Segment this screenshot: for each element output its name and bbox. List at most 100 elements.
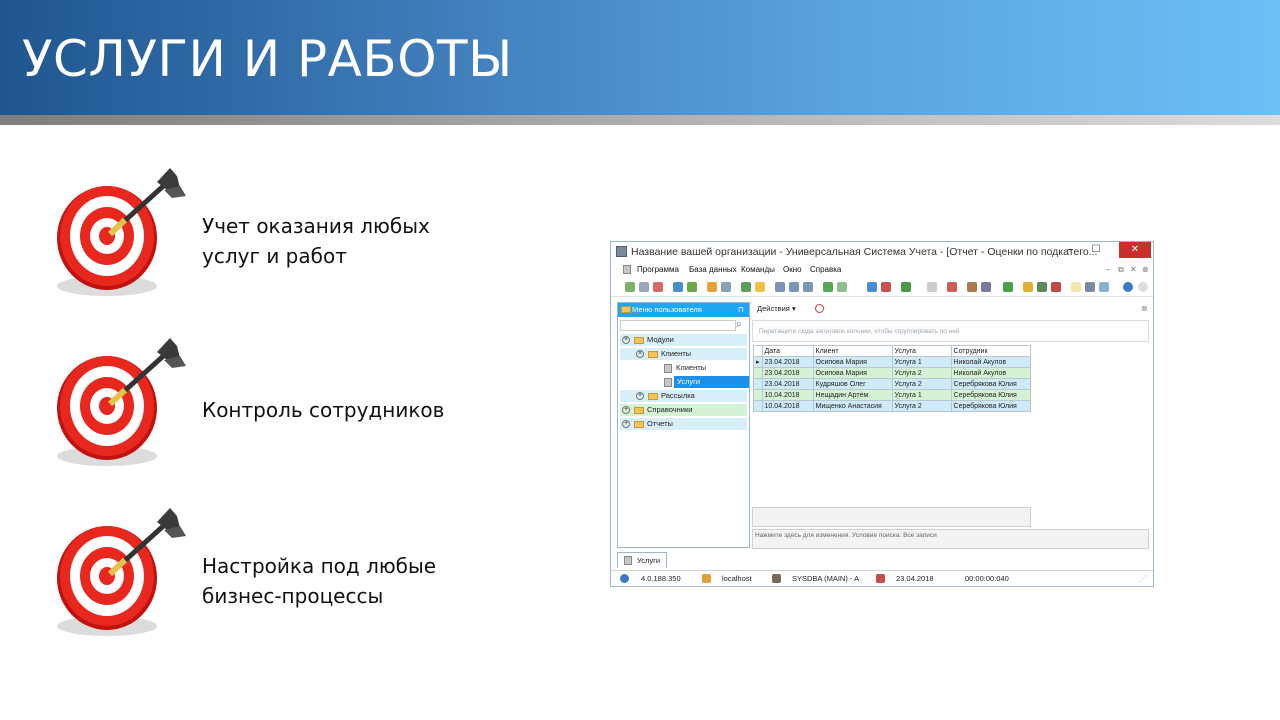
expand-icon[interactable]: + [636,392,644,400]
toolbar-import-icon[interactable] [741,282,751,292]
target-dart-icon [57,508,186,636]
menu-window[interactable]: Окно [783,265,802,274]
folder-icon [648,393,658,400]
mdi-close-icon[interactable]: ✕ [1130,265,1137,274]
table-row[interactable]: 23.04.2018 Осипова Мария Услуга 2 Никола… [753,367,1031,379]
toolbar-next-icon[interactable] [803,282,813,292]
grid-header-row: Дата Клиент Услуга Сотрудник [753,345,1031,357]
tree-item-clients-folder[interactable]: × Клиенты [620,348,747,360]
table-row[interactable]: 10.04.2018 Мищенко Анастасия Услуга 2 Се… [753,400,1031,412]
folder-icon [634,421,644,428]
mdi-minimize-icon[interactable]: – [1106,265,1110,274]
slide-title: УСЛУГИ И РАБОТЫ [22,30,513,88]
toolbar [611,280,1153,297]
filter-bar[interactable]: Нажмите здесь для изменения. Условие пои… [752,529,1149,549]
mdi-help-icon[interactable]: ⊗ [1142,265,1149,274]
toolbar-tools-icon[interactable] [967,282,977,292]
actions-dropdown[interactable]: Действия ▾ [757,304,796,313]
toolbar-search-icon[interactable] [673,282,683,292]
pin-icon[interactable]: ⊓ [738,305,744,314]
bullet-text-3: Настройка под любые бизнес-процессы [202,554,437,608]
calendar-icon [876,574,885,583]
toolbar-export-icon[interactable] [823,282,833,292]
document-icon [664,364,672,373]
server-icon [702,574,711,583]
database-icon [616,246,627,257]
table-row[interactable]: 23.04.2018 Кудряшов Олег Услуга 2 Серебр… [753,378,1031,390]
user-menu-title: Меню пользователя [632,305,702,314]
status-version: 4.0.188.350 [641,574,681,583]
tab-services[interactable]: Услуги [617,552,667,568]
menu-program[interactable]: Программа [637,265,679,274]
table-row[interactable]: ▸ 23.04.2018 Осипова Мария Услуга 1 Нико… [753,356,1031,368]
toolbar-first-icon[interactable] [775,282,785,292]
toolbar-note-icon[interactable] [755,282,765,292]
menu-database[interactable]: База данных [689,265,737,274]
toolbar-cancel-icon[interactable] [927,282,937,292]
close-button[interactable]: ✕ [1119,242,1151,258]
toolbar-lock-icon[interactable] [1023,282,1033,292]
user-menu-header: Меню пользователя ⊓ [618,303,749,317]
toolbar-chart-icon[interactable] [1003,282,1013,292]
group-panel[interactable]: Перетащите сюда заголовок колонки, чтобы… [752,320,1149,342]
tree-item-services[interactable]: Услуги [620,376,749,388]
tree-item-clients[interactable]: Клиенты [620,362,747,374]
toolbar-delete-icon[interactable] [653,282,663,292]
toolbar-print-icon[interactable] [837,282,847,292]
toolbar-share-icon[interactable] [1099,282,1109,292]
collapse-icon[interactable]: × [622,336,630,344]
document-icon [623,265,631,274]
column-header-service[interactable]: Услуга [891,345,952,357]
toolbar-printer-icon[interactable] [1085,282,1095,292]
toolbar-window-icon[interactable] [867,282,877,292]
toolbar-filter-icon[interactable] [707,282,717,292]
tree-item-mailing[interactable]: + Рассылка [620,390,747,402]
menu-bar: Программа База данных Команды Окно Справ… [611,264,1153,277]
status-bar: 4.0.188.350 localhost SYSDBA (MAIN) - A … [611,570,1153,586]
tree-item-references[interactable]: + Справочники [620,404,747,416]
tree-item-reports[interactable]: + Отчеты [620,418,747,430]
user-icon [772,574,781,583]
collapse-icon[interactable]: × [636,350,644,358]
column-header-date[interactable]: Дата [761,345,814,357]
grid-footer [752,507,1031,527]
toolbar-close-icon[interactable] [881,282,891,292]
row-indicator-header [753,345,763,357]
menu-help[interactable]: Справка [810,265,841,274]
toolbar-exit-icon[interactable] [1138,282,1148,292]
toolbar-add-icon[interactable] [625,282,635,292]
window-title: Название вашей организации - Универсальн… [631,246,1098,258]
bullet-text-1: Учет оказания любых услуг и работ [202,214,430,268]
maximize-button[interactable]: ☐ [1083,242,1109,258]
toolbar-info-icon[interactable] [1123,282,1133,292]
app-window-screenshot: Название вашей организации - Универсальн… [610,241,1154,587]
search-icon[interactable]: ⌕ [736,319,742,330]
expand-icon[interactable]: + [622,406,630,414]
toolbar-filter-clear-icon[interactable] [721,282,731,292]
resize-grip-icon[interactable]: ⋰ [1139,574,1147,583]
toolbar-prev-icon[interactable] [789,282,799,292]
status-date: 23.04.2018 [896,574,934,583]
status-server: localhost [722,574,752,583]
tree-item-modules[interactable]: × Модули [620,334,747,346]
toolbar-page-icon[interactable] [1071,282,1081,292]
menu-commands[interactable]: Команды [741,265,775,274]
minimize-button[interactable]: – [1057,242,1083,258]
expand-icon[interactable]: + [622,420,630,428]
toolbar-excel-icon[interactable] [901,282,911,292]
panel-close-icon[interactable]: ⊗ [1141,304,1148,313]
menu-search-input[interactable] [620,320,736,331]
title-underline [0,115,1280,125]
toolbar-calendar-icon[interactable] [947,282,957,292]
column-header-client[interactable]: Клиент [812,345,893,357]
toolbar-arrows-icon[interactable] [1051,282,1061,292]
toolbar-settings-icon[interactable] [981,282,991,292]
toolbar-copy-icon[interactable] [639,282,649,292]
stop-icon[interactable] [815,304,824,313]
toolbar-users-icon[interactable] [1037,282,1047,292]
mdi-restore-icon[interactable]: ⧉ [1118,265,1124,275]
table-row[interactable]: 10.04.2018 Нещадин Артем Услуга 1 Серебр… [753,389,1031,401]
status-time: 00:00:00:040 [965,574,1009,583]
column-header-employee[interactable]: Сотрудник [950,345,1031,357]
toolbar-refresh-icon[interactable] [687,282,697,292]
